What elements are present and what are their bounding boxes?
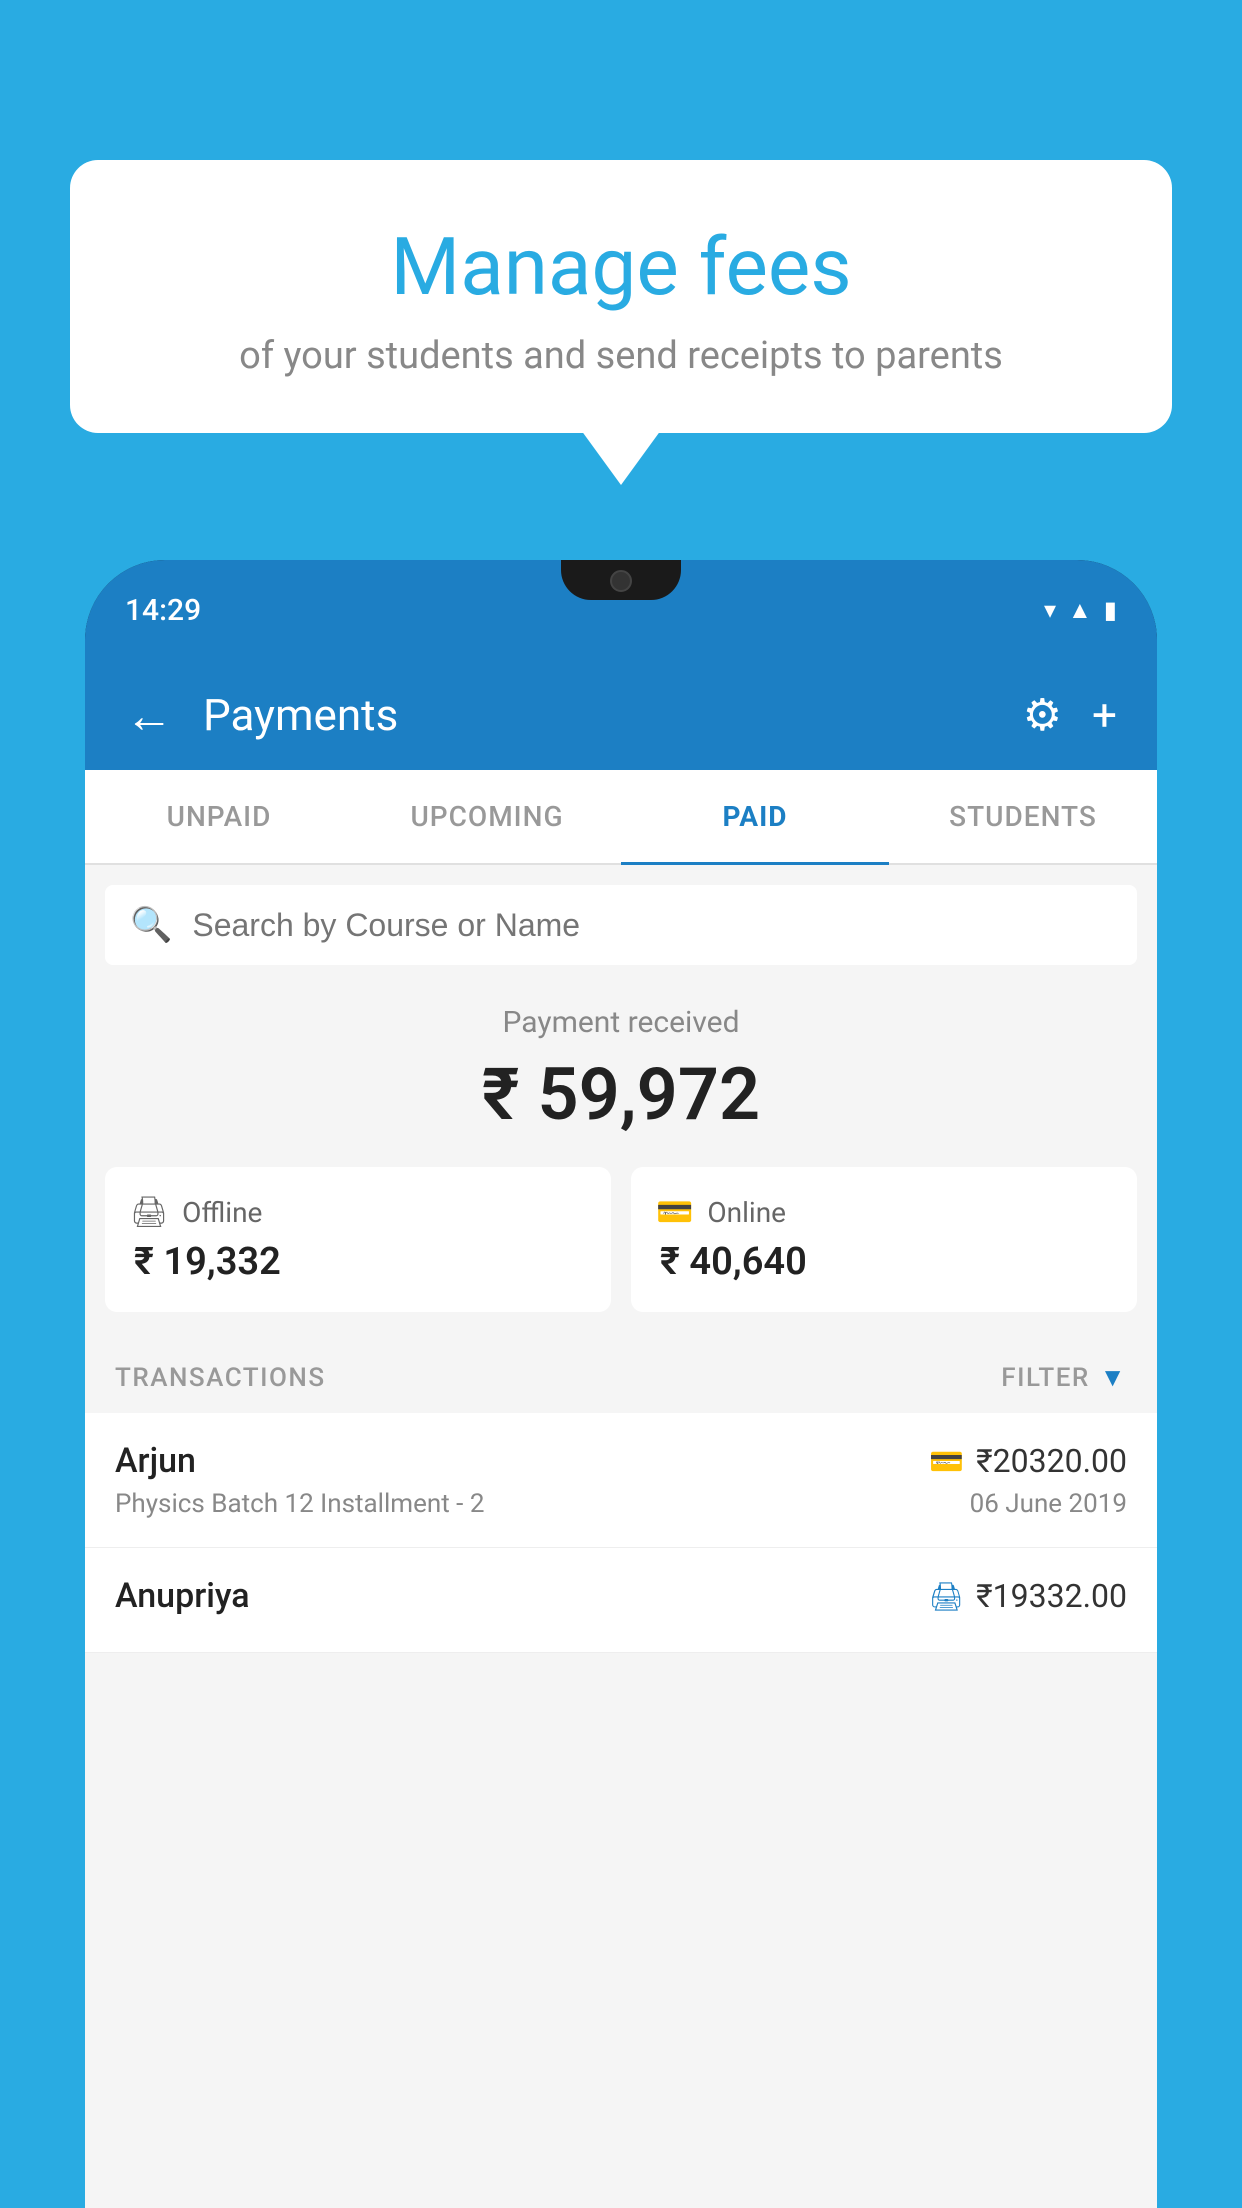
student-name: Arjun xyxy=(115,1441,196,1481)
online-label: Online xyxy=(707,1196,786,1229)
transactions-header: TRANSACTIONS FILTER ▼ xyxy=(85,1342,1157,1413)
offline-card: 🖨 Offline ₹ 19,332 xyxy=(105,1167,611,1312)
phone-inner: ← Payments ⚙ + UNPAID UPCOMING PAID STUD… xyxy=(85,660,1157,2208)
offline-label: Offline xyxy=(182,1196,262,1229)
tab-paid[interactable]: PAID xyxy=(621,770,889,863)
search-bar[interactable]: 🔍 xyxy=(105,885,1137,965)
filter-icon: ▼ xyxy=(1100,1362,1127,1393)
transaction-row[interactable]: Arjun 💳 ₹20320.00 Physics Batch 12 Insta… xyxy=(85,1413,1157,1548)
online-card: 💳 Online ₹ 40,640 xyxy=(631,1167,1137,1312)
search-input[interactable] xyxy=(192,907,1112,944)
wifi-icon: ▾ xyxy=(1044,596,1056,624)
offline-payment-icon: 🖨 xyxy=(130,1195,168,1230)
offline-amount: ₹ 19,332 xyxy=(130,1240,586,1284)
payment-received-label: Payment received xyxy=(105,1005,1137,1040)
status-icons: ▾ ▲ ▮ xyxy=(1044,596,1117,625)
online-payment-icon: 💳 xyxy=(656,1195,693,1230)
speech-bubble: Manage fees of your students and send re… xyxy=(70,160,1172,433)
transaction-amount: 🖨 ₹19332.00 xyxy=(929,1577,1127,1615)
phone-frame: 14:29 ▾ ▲ ▮ ← Payments ⚙ + UNPAID UPCOMI… xyxy=(85,560,1157,2208)
tab-unpaid[interactable]: UNPAID xyxy=(85,770,353,863)
online-pay-icon: 💳 xyxy=(929,1445,964,1478)
camera xyxy=(610,570,632,592)
course-info: Physics Batch 12 Installment - 2 xyxy=(115,1489,484,1519)
page-title: Payments xyxy=(203,689,993,741)
back-button[interactable]: ← xyxy=(125,687,173,744)
student-name: Anupriya xyxy=(115,1576,250,1616)
offline-pay-icon: 🖨 xyxy=(929,1580,965,1613)
payment-summary: Payment received ₹ 59,972 xyxy=(85,965,1157,1167)
settings-button[interactable]: ⚙ xyxy=(1023,689,1062,741)
status-bar: 14:29 ▾ ▲ ▮ xyxy=(85,560,1157,660)
total-amount: ₹ 59,972 xyxy=(105,1052,1137,1137)
app-bar: ← Payments ⚙ + xyxy=(85,660,1157,770)
date-info: 06 June 2019 xyxy=(970,1489,1127,1519)
battery-icon: ▮ xyxy=(1104,596,1117,624)
transaction-amount: 💳 ₹20320.00 xyxy=(929,1442,1127,1480)
tab-students[interactable]: STUDENTS xyxy=(889,770,1157,863)
tabs-bar: UNPAID UPCOMING PAID STUDENTS xyxy=(85,770,1157,865)
search-icon: 🔍 xyxy=(130,905,172,945)
phone-notch xyxy=(561,560,681,600)
payment-cards: 🖨 Offline ₹ 19,332 💳 Online ₹ 40,640 xyxy=(85,1167,1157,1342)
transactions-label: TRANSACTIONS xyxy=(115,1363,326,1393)
signal-icon: ▲ xyxy=(1068,596,1092,625)
speech-bubble-subtext: of your students and send receipts to pa… xyxy=(120,334,1122,378)
filter-button[interactable]: FILTER ▼ xyxy=(1001,1362,1127,1393)
online-amount: ₹ 40,640 xyxy=(656,1240,1112,1284)
speech-bubble-heading: Manage fees xyxy=(120,220,1122,314)
content-area: 🔍 Payment received ₹ 59,972 🖨 Offline ₹ … xyxy=(85,865,1157,2208)
tab-upcoming[interactable]: UPCOMING xyxy=(353,770,621,863)
transaction-row[interactable]: Anupriya 🖨 ₹19332.00 xyxy=(85,1548,1157,1653)
filter-label: FILTER xyxy=(1001,1363,1089,1393)
status-time: 14:29 xyxy=(125,593,201,628)
add-button[interactable]: + xyxy=(1092,689,1117,741)
